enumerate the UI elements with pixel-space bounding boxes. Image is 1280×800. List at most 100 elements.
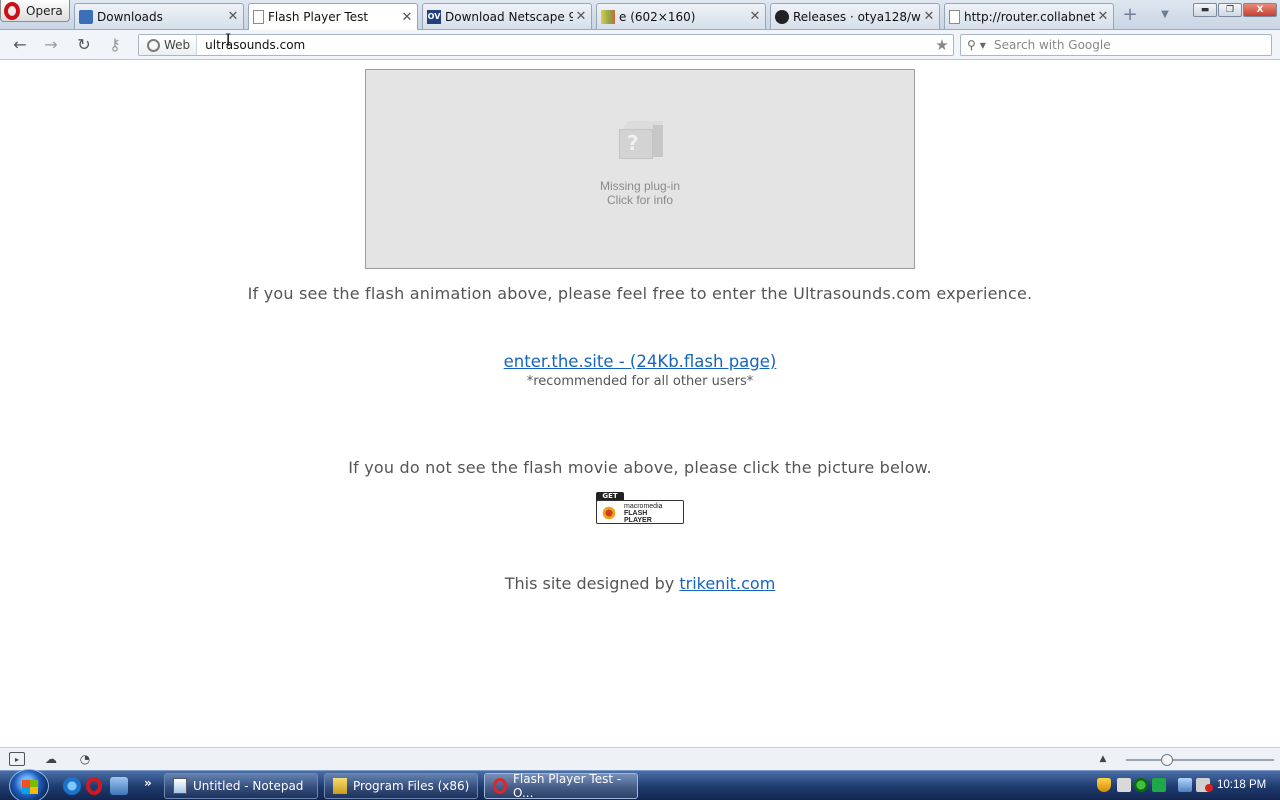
search-placeholder[interactable]: Search with Google [994,38,1111,52]
new-tab-button[interactable]: + [1120,5,1140,25]
intro-text: If you see the flash animation above, pl… [247,284,1033,303]
downloads-icon [79,9,93,24]
flash-label: FLASH [624,510,648,517]
close-icon[interactable]: ✕ [225,9,241,24]
address-field[interactable]: Web ultrasounds.com ★ [138,34,954,56]
back-button[interactable]: ← [9,35,31,55]
click-for-info-text: Click for info [606,193,674,207]
search-icon: ⚲ [967,38,976,52]
trikenit-link[interactable]: trikenit.com [679,574,775,593]
chevron-down-icon[interactable]: ▼ [1156,6,1174,24]
flash-player-label: FLASH PLAYER [624,510,652,524]
internet-explorer-icon[interactable] [63,777,81,795]
windows-taskbar: » Untitled - Notepad Program Files (x86)… [0,769,1280,800]
tab-title: Download Netscape 9.... [445,9,573,24]
flash-burst-icon [601,505,617,521]
tab-title: Flash Player Test [268,10,369,24]
tab-title: Downloads [97,9,163,24]
status-bar: ▸ ☁ ◔ ▲ [0,747,1280,770]
tab-bar: Opera Downloads ✕ Flash Player Test ✕ OV… [0,0,1280,30]
enter-site-link[interactable]: enter.the.site - (24Kb.flash page) [504,352,777,371]
taskbar-item-notepad[interactable]: Untitled - Notepad [164,773,318,799]
show-desktop-icon[interactable] [110,777,128,795]
cloud-icon[interactable]: ☁ [43,752,59,766]
taskbar-item-program-files[interactable]: Program Files (x86) [324,773,478,799]
task-label: Untitled - Notepad [193,779,304,793]
page-content: ? Missing plug-in Click for info If you … [0,61,1280,747]
folder-icon [333,778,347,794]
designed-by-text: This site designed by [504,574,680,593]
document-icon [253,10,264,24]
arrow-up-icon[interactable]: ▲ [1095,752,1111,766]
ov-icon: OV [427,9,441,24]
reload-button[interactable]: ↻ [73,35,95,55]
security-shield-icon[interactable] [1097,778,1111,792]
image-icon [601,9,615,24]
forward-button[interactable]: → [40,35,62,55]
close-icon[interactable]: ✕ [921,9,937,24]
start-button[interactable] [9,769,49,800]
close-icon[interactable]: ✕ [573,9,589,24]
tab-image[interactable]: e (602×160) ✕ [596,3,766,29]
opera-menu-label: Opera [26,3,63,18]
tab-releases[interactable]: Releases · otya128/win... ✕ [770,3,940,29]
bookmark-star-icon[interactable]: ★ [931,36,953,54]
no-flash-text: If you do not see the flash movie above,… [348,458,932,477]
quicklaunch-more-button[interactable]: » [144,776,152,790]
notepad-icon [173,778,187,794]
tray-check-icon[interactable] [1152,778,1166,792]
address-toolbar: ← → ↻ ⚷ Web ultrasounds.com ★ ⚲ ▼ Search… [0,30,1280,60]
player-label: PLAYER [624,517,652,524]
github-icon [775,9,789,24]
close-icon[interactable]: ✕ [1095,9,1111,24]
zoom-track [1126,759,1274,761]
muted-icon [1205,784,1213,792]
enter-link-row: enter.the.site - (24Kb.flash page) [0,352,1280,371]
search-field[interactable]: ⚲ ▼ Search with Google [960,34,1272,56]
clock[interactable]: 10:18 PM [1217,779,1266,791]
task-label: Flash Player Test - O... [513,772,622,800]
maximize-button[interactable]: ❐ [1218,3,1242,17]
tab-title: e (602×160) [619,9,696,24]
close-icon[interactable]: ✕ [747,9,763,24]
web-badge-label: Web [164,38,191,52]
get-flash-player-button[interactable]: GET macromedia FLASH PLAYER [596,492,684,524]
tab-router[interactable]: http://router.collabnet.... ✕ [944,3,1114,29]
missing-plugin-text: Missing plug-in [599,179,681,193]
windows-flag-icon-lower [22,787,38,794]
text-cursor-icon: I [225,30,232,49]
panel-toggle-icon[interactable]: ▸ [9,752,25,766]
missing-plugin-placeholder[interactable]: ? Missing plug-in Click for info [365,69,915,269]
zoom-handle[interactable] [1161,754,1173,766]
minimize-button[interactable]: ▬ [1193,3,1217,17]
close-window-button[interactable]: X [1243,3,1277,17]
tray-green-icon[interactable] [1134,778,1148,792]
tab-downloads[interactable]: Downloads ✕ [74,3,244,29]
designed-by-line: This site designed by trikenit.com [0,574,1280,593]
zoom-slider[interactable] [1126,754,1274,766]
close-icon[interactable]: ✕ [399,10,415,25]
plugin-box-icon: ? [615,119,665,163]
opera-menu-button[interactable]: Opera [0,0,70,22]
flash-badge-body: macromedia FLASH PLAYER [596,500,684,524]
document-icon [949,9,960,24]
key-icon[interactable]: ⚷ [104,35,126,55]
network-icon[interactable] [1178,778,1192,792]
task-label: Program Files (x86) [353,779,470,793]
tab-title: Releases · otya128/win... [793,9,921,24]
globe-icon [147,38,160,52]
opera-logo-icon [4,1,20,20]
tray-app-icon[interactable] [1117,778,1131,792]
chevron-down-icon[interactable]: ▼ [980,41,986,50]
taskbar-item-opera[interactable]: Flash Player Test - O... [484,772,638,800]
tab-flash-player-test[interactable]: Flash Player Test ✕ [248,3,418,30]
opera-icon [493,778,507,794]
speedometer-icon[interactable]: ◔ [77,752,93,766]
macromedia-label: macromedia [624,503,663,510]
web-badge[interactable]: Web [139,35,198,55]
tab-title: http://router.collabnet.... [964,9,1095,24]
url-input[interactable]: ultrasounds.com [197,38,931,52]
opera-quicklaunch-icon[interactable] [86,777,102,795]
tab-download-netscape[interactable]: OV Download Netscape 9.... ✕ [422,3,592,29]
recommended-note: *recommended for all other users* [526,374,754,389]
